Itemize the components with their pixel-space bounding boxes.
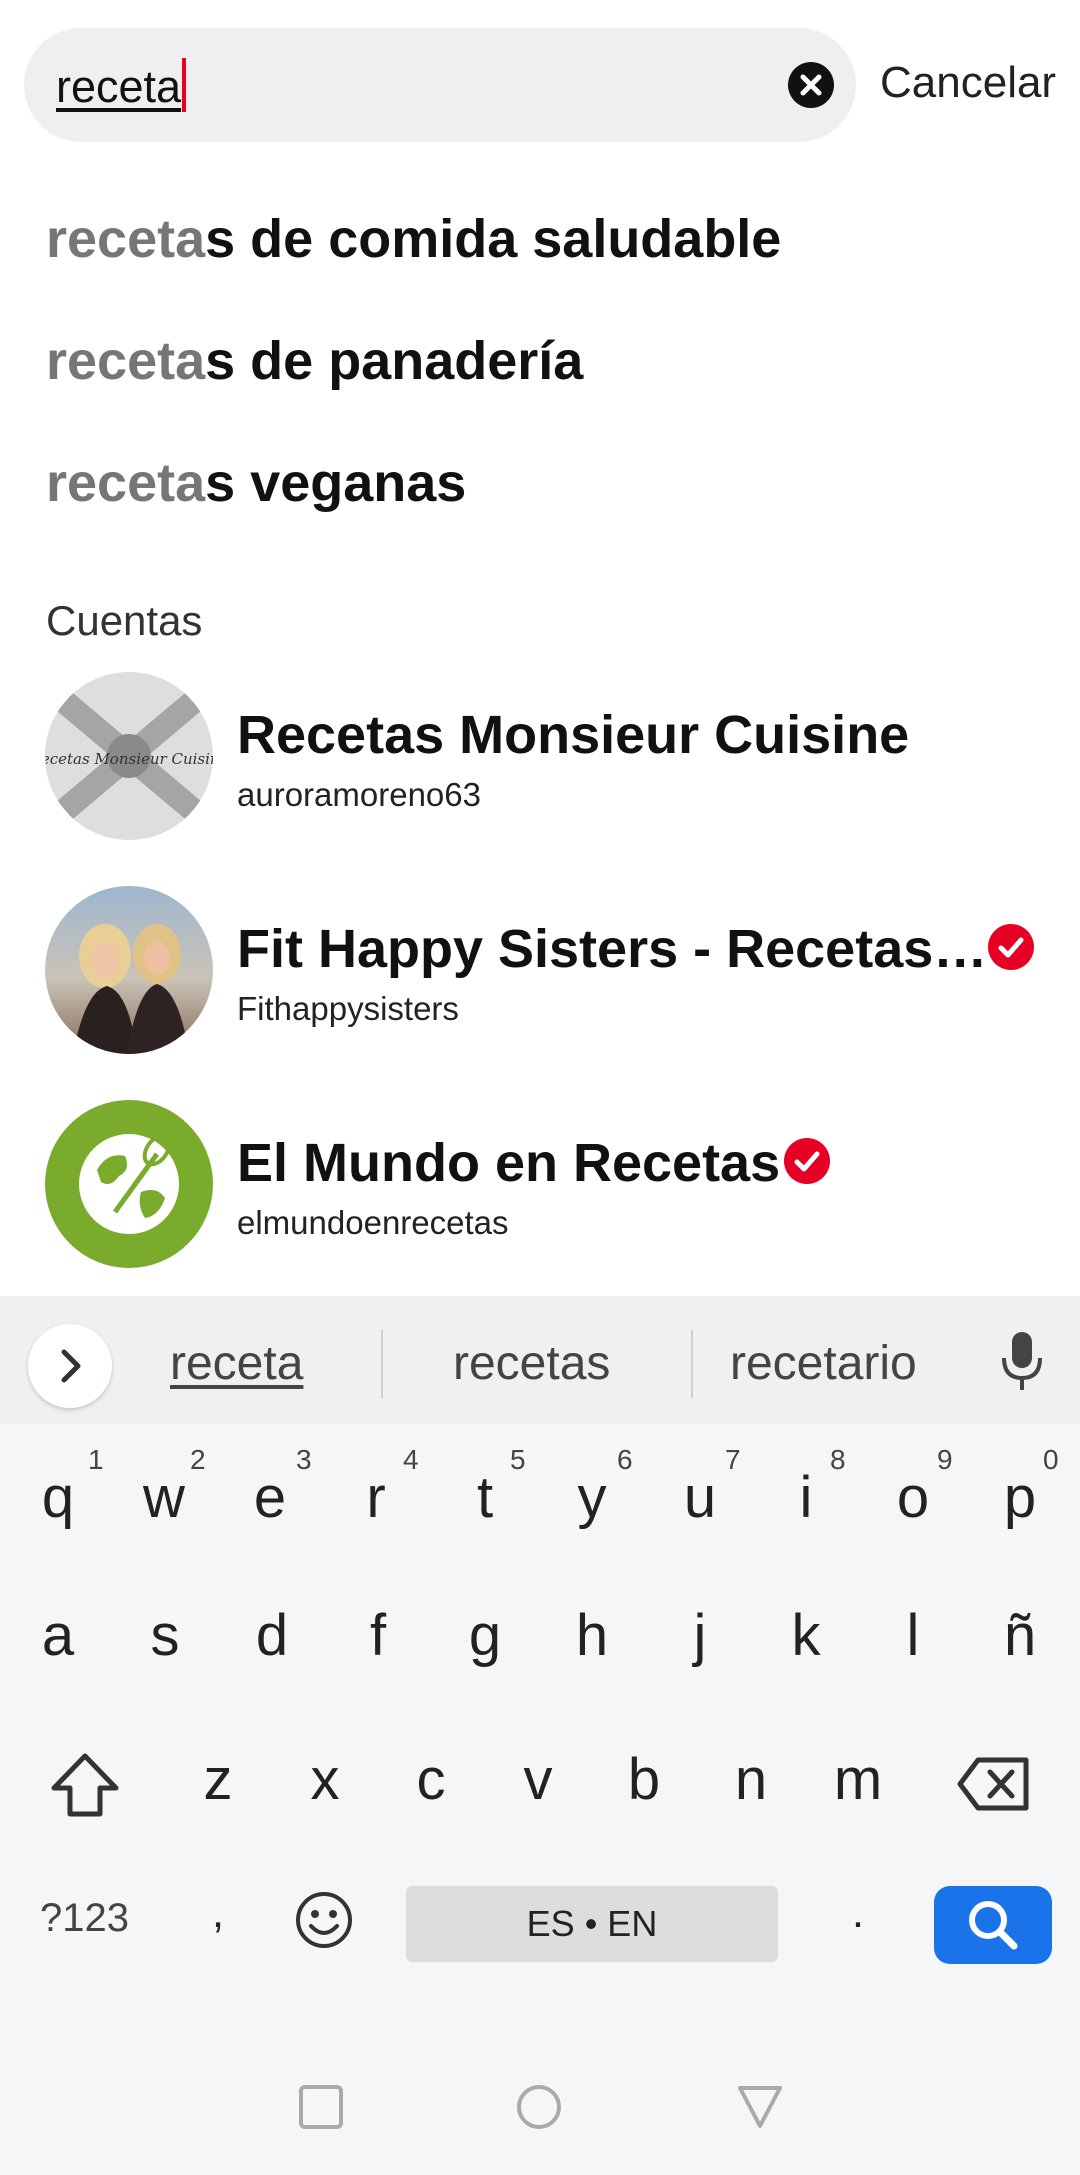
keyboard-suggestion[interactable]: receta — [170, 1336, 303, 1391]
period-key[interactable]: . — [808, 1888, 908, 1938]
keyboard: receta recetas recetario — [0, 1296, 1080, 2175]
shift-key[interactable] — [50, 1752, 120, 1823]
key-m[interactable]: m — [808, 1746, 908, 1813]
key-hint: 8 — [830, 1444, 846, 1475]
account-item[interactable]: El Mundo en Recetas elmundoenrecetas — [0, 1100, 1080, 1280]
account-username: Fithappysisters — [237, 990, 459, 1027]
space-key[interactable]: ES • EN — [406, 1886, 778, 1962]
account-name-text: El Mundo en Recetas — [237, 1133, 781, 1193]
suggestion-typed-part: receta — [46, 453, 206, 513]
verified-icon — [988, 924, 1034, 970]
avatar-logo-text: Recetas Monsieur Cuisine — [45, 750, 213, 768]
keyboard-suggestion[interactable]: recetario — [730, 1336, 917, 1391]
avatar: Recetas Monsieur Cuisine — [45, 672, 213, 840]
clear-icon — [800, 74, 822, 96]
nav-home-icon — [517, 2085, 561, 2129]
nav-recents-button[interactable] — [298, 2084, 344, 2135]
account-item[interactable]: Recetas Monsieur Cuisine Recetas Monsieu… — [0, 672, 1080, 852]
suggestion-item[interactable]: recetas veganas — [46, 452, 466, 514]
backspace-key[interactable] — [956, 1756, 1030, 1817]
key-hint: 1 — [88, 1444, 104, 1475]
key-n[interactable]: n — [701, 1746, 801, 1813]
key-k[interactable]: k — [756, 1602, 856, 1669]
chevron-right-icon — [61, 1349, 81, 1383]
account-username: elmundoenrecetas — [237, 1204, 509, 1241]
key-hint: 5 — [510, 1444, 526, 1475]
avatar — [45, 886, 213, 1054]
key-b[interactable]: b — [594, 1746, 694, 1813]
keyboard-toolbar-button[interactable] — [28, 1324, 112, 1408]
key-v[interactable]: v — [488, 1746, 588, 1813]
key-hint: 0 — [1043, 1444, 1059, 1475]
suggestion-item[interactable]: recetas de panadería — [46, 330, 583, 392]
avatar — [45, 1100, 213, 1268]
account-name: El Mundo en Recetas — [237, 1132, 780, 1194]
key-s[interactable]: s — [115, 1602, 215, 1669]
accounts-section-title: Cuentas — [46, 597, 203, 644]
symbols-key[interactable]: ?123 — [40, 1896, 129, 1941]
microphone-icon — [1002, 1332, 1042, 1390]
comma-key[interactable]: , — [168, 1888, 268, 1938]
key-h[interactable]: h — [542, 1602, 642, 1669]
key-hint: 7 — [725, 1444, 741, 1475]
voice-input-button[interactable] — [996, 1330, 1048, 1399]
key-d[interactable]: d — [222, 1602, 322, 1669]
text-caret — [182, 58, 187, 112]
nav-back-icon — [738, 2086, 782, 2128]
divider — [381, 1330, 383, 1398]
account-name: Recetas Monsieur Cuisine — [237, 705, 910, 765]
emoji-icon — [296, 1892, 352, 1948]
key-g[interactable]: g — [435, 1602, 535, 1669]
key-f[interactable]: f — [328, 1602, 428, 1669]
key-hint: 4 — [403, 1444, 419, 1475]
key-hint: 3 — [296, 1444, 312, 1475]
key-hint: 6 — [617, 1444, 633, 1475]
keyboard-suggestion-strip: receta recetas recetario — [0, 1296, 1080, 1424]
suggestion-item[interactable]: recetas de comida saludable — [46, 208, 781, 270]
nav-recents-icon — [299, 2085, 343, 2129]
account-username: auroramoreno63 — [237, 776, 481, 813]
suggestion-completion: s de panadería — [205, 331, 584, 391]
key-hint: 9 — [937, 1444, 953, 1475]
divider — [691, 1330, 693, 1398]
cancel-button[interactable]: Cancelar — [880, 58, 1056, 108]
backspace-icon — [957, 1757, 1029, 1811]
search-bar[interactable]: receta — [24, 28, 856, 142]
suggestion-completion: s veganas — [205, 453, 467, 513]
emoji-key[interactable] — [294, 1890, 354, 1955]
key-c[interactable]: c — [381, 1746, 481, 1813]
nav-back-button[interactable] — [736, 2084, 784, 2135]
key-j[interactable]: j — [650, 1602, 750, 1669]
search-icon — [969, 1901, 1018, 1950]
key-enie[interactable]: ñ — [970, 1602, 1070, 1669]
suggestion-completion: s de comida saludable — [205, 209, 782, 269]
keyboard-suggestion[interactable]: recetas — [453, 1336, 610, 1391]
account-item[interactable]: Fit Happy Sisters - Recetas… Fithappysis… — [0, 886, 1080, 1066]
nav-home-button[interactable] — [516, 2084, 562, 2135]
suggestion-typed-part: receta — [46, 209, 206, 269]
shift-icon — [51, 1753, 119, 1817]
verified-icon — [784, 1138, 830, 1184]
key-hint: 2 — [190, 1444, 206, 1475]
suggestion-typed-part: receta — [46, 331, 206, 391]
search-action-key[interactable] — [934, 1886, 1052, 1964]
account-name-text: Fit Happy Sisters - Recetas… — [237, 919, 988, 979]
key-l[interactable]: l — [863, 1602, 963, 1669]
key-z[interactable]: z — [168, 1746, 268, 1813]
account-name: Fit Happy Sisters - Recetas… — [237, 918, 987, 980]
key-x[interactable]: x — [275, 1746, 375, 1813]
search-input[interactable]: receta — [56, 58, 187, 113]
key-a[interactable]: a — [8, 1602, 108, 1669]
clear-search-button[interactable] — [788, 62, 834, 108]
search-query: receta — [56, 61, 182, 112]
